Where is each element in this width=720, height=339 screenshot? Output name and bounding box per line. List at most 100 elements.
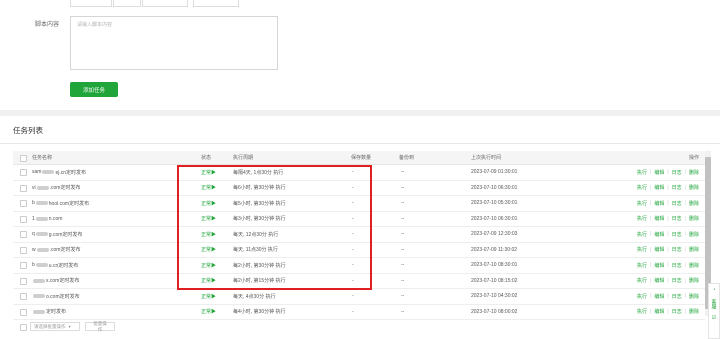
service-label: 客服: [710, 299, 717, 309]
col-task-name[interactable]: 任务名称: [32, 151, 52, 164]
row-checkbox[interactable]: [20, 200, 27, 208]
run-link[interactable]: 执行: [637, 169, 647, 176]
row-checkbox[interactable]: [20, 215, 27, 223]
side-service-widget[interactable]: ◔ 客服 ☑: [708, 283, 720, 339]
row-checkbox[interactable]: [20, 184, 27, 192]
status-toggle[interactable]: 正常▶: [201, 227, 216, 242]
status-toggle[interactable]: 正常▶: [201, 274, 216, 289]
add-task-button[interactable]: 添加任务: [70, 82, 118, 97]
cycle-cell: 每隔4天, 1点30分 执行: [233, 169, 284, 176]
delete-link[interactable]: 删除: [689, 215, 699, 222]
log-link[interactable]: 日志: [672, 293, 682, 300]
delete-link[interactable]: 删除: [689, 184, 699, 191]
status-toggle[interactable]: 正常▶: [201, 258, 216, 273]
run-link[interactable]: 执行: [637, 200, 647, 207]
log-link[interactable]: 日志: [672, 277, 682, 284]
col-cycle: 执行周期: [233, 155, 254, 161]
cycle-cell: 每2小时, 第30分钟 执行: [233, 262, 286, 269]
run-link[interactable]: 执行: [637, 184, 647, 191]
status-toggle[interactable]: 正常▶: [201, 165, 216, 180]
edit-link[interactable]: 编辑: [654, 169, 664, 176]
select-all-checkbox[interactable]: [20, 154, 27, 162]
log-link[interactable]: 日志: [672, 169, 682, 176]
row-checkbox[interactable]: [20, 231, 27, 239]
delete-link[interactable]: 删除: [689, 277, 699, 284]
task-name-cell: q g.com定时发布: [32, 231, 83, 238]
script-content-textarea[interactable]: [70, 16, 278, 70]
edit-link[interactable]: 编辑: [654, 231, 664, 238]
save-count-cell: -: [352, 246, 354, 253]
actions-cell: 执行 | 编辑 | 日志 | 删除: [637, 277, 699, 285]
run-link[interactable]: 执行: [637, 293, 647, 300]
row-checkbox[interactable]: [20, 277, 27, 285]
col-status: 状态: [201, 155, 212, 161]
status-toggle[interactable]: 正常▶: [201, 196, 216, 211]
bulk-select-checkbox[interactable]: [20, 324, 27, 331]
delete-link[interactable]: 删除: [689, 308, 699, 315]
edit-link[interactable]: 编辑: [654, 200, 664, 207]
backup-cell: --: [401, 308, 405, 315]
row-checkbox[interactable]: [20, 293, 27, 301]
run-link[interactable]: 执行: [637, 262, 647, 269]
delete-link[interactable]: 删除: [689, 246, 699, 253]
save-count-cell: -: [352, 169, 354, 176]
bulk-action-button[interactable]: 批量操作: [85, 321, 115, 332]
row-checkbox[interactable]: [20, 262, 27, 270]
backup-cell: --: [401, 277, 405, 284]
period-select-1[interactable]: [70, 0, 112, 7]
edit-link[interactable]: 编辑: [654, 215, 664, 222]
status-toggle[interactable]: 正常▶: [201, 212, 216, 227]
task-name-cell: vi .com定时发布: [32, 184, 81, 192]
log-link[interactable]: 日志: [672, 184, 682, 191]
log-link[interactable]: 日志: [672, 231, 682, 238]
log-link[interactable]: 日志: [672, 200, 682, 207]
row-checkbox[interactable]: [20, 169, 27, 177]
delete-link[interactable]: 删除: [689, 293, 699, 300]
status-toggle[interactable]: 正常▶: [201, 181, 216, 196]
period-input-1[interactable]: [113, 0, 141, 7]
edit-link[interactable]: 编辑: [654, 277, 664, 284]
status-toggle[interactable]: 正常▶: [201, 243, 216, 258]
delete-link[interactable]: 删除: [689, 200, 699, 207]
run-link[interactable]: 执行: [637, 277, 647, 284]
edit-link[interactable]: 编辑: [654, 262, 664, 269]
bulk-action-select[interactable]: 请选择批量操作 ▾: [30, 322, 80, 331]
run-link[interactable]: 执行: [637, 231, 647, 238]
period-input-3[interactable]: [193, 0, 239, 7]
row-checkbox[interactable]: [20, 246, 27, 254]
run-link[interactable]: 执行: [637, 215, 647, 222]
review-icon: ☑: [711, 315, 717, 321]
redacted-block: [33, 294, 45, 299]
edit-link[interactable]: 编辑: [654, 184, 664, 191]
log-link[interactable]: 日志: [672, 308, 682, 315]
log-link[interactable]: 日志: [672, 215, 682, 222]
bulk-select-text: 请选择批量操作: [34, 323, 66, 329]
table-row: q g.com定时发布 正常▶ 每天, 12点30分 执行 - -- 2023-07-09 …: [13, 227, 705, 243]
backup-cell: --: [401, 215, 405, 222]
table-row: 1 n.com 正常▶ 每3小时, 第30分钟 执行 - -- 2023-07-10 06:…: [13, 212, 705, 227]
log-link[interactable]: 日志: [672, 262, 682, 269]
delete-link[interactable]: 删除: [689, 262, 699, 269]
table-body: sam ej.cn定时发布 正常▶ 每隔4天, 1点30分 执行 - -- 2023-07-…: [13, 165, 705, 320]
cycle-cell: 每天, 12点30分 执行: [233, 231, 279, 238]
delete-link[interactable]: 删除: [689, 231, 699, 238]
delete-link[interactable]: 删除: [689, 169, 699, 176]
period-input-2[interactable]: [142, 0, 188, 7]
table-row: sam ej.cn定时发布 正常▶ 每隔4天, 1点30分 执行 - -- 2023-07-…: [13, 165, 705, 181]
run-link[interactable]: 执行: [637, 308, 647, 315]
edit-link[interactable]: 编辑: [654, 293, 664, 300]
log-link[interactable]: 日志: [672, 246, 682, 253]
backup-cell: --: [401, 200, 405, 207]
backup-cell: --: [401, 246, 405, 253]
cycle-cell: 每5小时, 第30分钟 执行: [233, 200, 286, 207]
edit-link[interactable]: 编辑: [654, 308, 664, 315]
table-row: b u.cn定时发布 正常▶ 每2小时, 第30分钟 执行 - -- 2023-07-10 …: [13, 258, 705, 274]
run-link[interactable]: 执行: [637, 246, 647, 253]
edit-link[interactable]: 编辑: [654, 246, 664, 253]
actions-cell: 执行 | 编辑 | 日志 | 删除: [637, 215, 699, 223]
save-count-cell: -: [352, 231, 354, 238]
col-backup-to: 备份到: [399, 155, 415, 161]
status-toggle[interactable]: 正常▶: [201, 289, 216, 304]
row-checkbox[interactable]: [20, 308, 27, 316]
status-toggle[interactable]: 正常▶: [201, 305, 216, 320]
